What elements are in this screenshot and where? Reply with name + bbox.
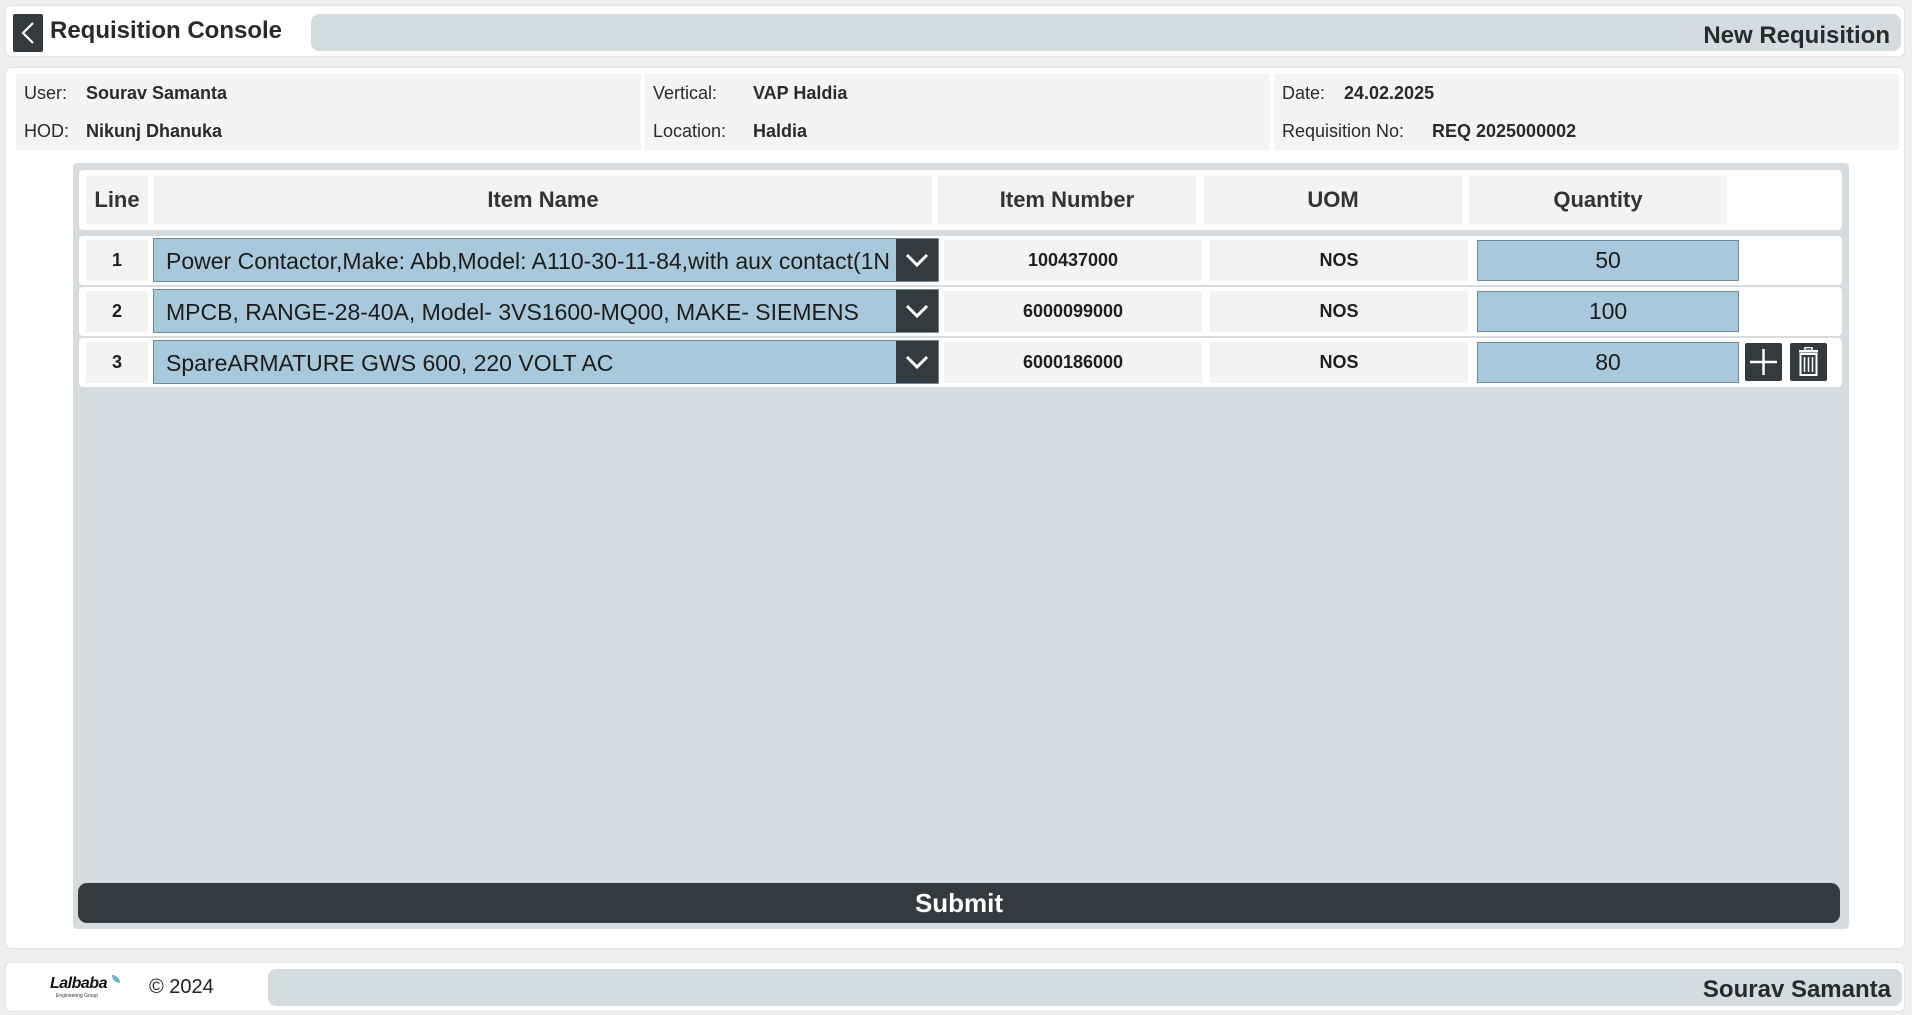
grid-header: Line Item Name Item Number UOM Quantity [79, 170, 1842, 230]
item-number: 100437000 [944, 240, 1202, 281]
item-name-value: Power Contactor,Make: Abb,Model: A110-30… [166, 248, 890, 274]
quantity-input[interactable]: 100 [1477, 291, 1739, 332]
line-number: 3 [86, 342, 148, 383]
logo-wordmark: Lalbaba [50, 975, 107, 992]
app-title: Requisition Console [50, 17, 283, 44]
page-title: New Requisition [1703, 22, 1890, 49]
chevron-down-icon [905, 304, 929, 319]
vertical-info: Vertical: VAP Haldia [653, 83, 847, 104]
current-user-name: Sourav Samanta [1702, 976, 1891, 1003]
copyright: © 2024 [149, 976, 214, 998]
item-number: 6000186000 [944, 342, 1202, 383]
dropdown-toggle[interactable] [896, 341, 938, 383]
table-row: 3 SpareARMATURE GWS 600, 220 VOLT AC 600… [79, 338, 1842, 387]
date-label: Date: [1282, 83, 1326, 103]
info-user-column: User: Sourav Samanta HOD: Nikunj Dhanuka [16, 74, 641, 150]
vertical-label: Vertical: [653, 83, 718, 103]
date-value: 24.02.2025 [1344, 83, 1435, 103]
header-bar: New Requisition [311, 14, 1901, 51]
submit-button[interactable]: Submit [78, 883, 1840, 923]
user-label: User: [24, 83, 68, 103]
app-header: Requisition Console New Requisition [5, 5, 1905, 57]
location-info: Location: Haldia [653, 121, 807, 142]
hod-value: Nikunj Dhanuka [86, 121, 223, 141]
line-number: 2 [86, 291, 148, 332]
requisition-no-label: Requisition No: [1282, 121, 1405, 141]
item-name-dropdown[interactable]: Power Contactor,Make: Abb,Model: A110-30… [153, 238, 939, 282]
table-row: 1 Power Contactor,Make: Abb,Model: A110-… [79, 236, 1842, 285]
dropdown-toggle[interactable] [896, 290, 938, 332]
item-name-dropdown[interactable]: MPCB, RANGE-28-40A, Model- 3VS1600-MQ00,… [153, 289, 939, 333]
location-value: Haldia [753, 121, 808, 141]
plus-icon [1750, 349, 1777, 375]
info-date-column: Date: 24.02.2025 Requisition No: REQ 20250… [1274, 74, 1899, 150]
user-info: User: Sourav Samanta [24, 83, 227, 104]
requisition-no-value: REQ 2025000002 [1432, 121, 1577, 141]
company-logo: Lalbaba Engineering Group [44, 975, 124, 1003]
chevron-left-icon [21, 22, 34, 44]
column-header-uom: UOM [1204, 176, 1462, 224]
uom-value: NOS [1210, 240, 1468, 281]
requisition-no-info: Requisition No: REQ 2025000002 [1282, 121, 1576, 142]
user-value: Sourav Samanta [86, 83, 228, 103]
column-header-line: Line [86, 176, 148, 224]
uom-value: NOS [1210, 291, 1468, 332]
item-name-value: MPCB, RANGE-28-40A, Model- 3VS1600-MQ00,… [166, 299, 859, 325]
quantity-input[interactable]: 50 [1477, 240, 1739, 281]
column-header-item-number: Item Number [938, 176, 1196, 224]
chevron-down-icon [905, 253, 929, 268]
hod-label: HOD: [24, 121, 69, 141]
column-header-quantity: Quantity [1469, 176, 1727, 224]
main-panel: User: Sourav Samanta HOD: Nikunj Dhanuka V… [5, 67, 1905, 949]
item-name-value: SpareARMATURE GWS 600, 220 VOLT AC [166, 350, 614, 376]
quantity-input[interactable]: 80 [1477, 342, 1739, 383]
line-number: 1 [86, 240, 148, 281]
chevron-down-icon [905, 355, 929, 370]
footer-bar: Sourav Samanta [268, 969, 1902, 1006]
trash-icon [1799, 347, 1818, 376]
vertical-value: VAP Haldia [753, 83, 848, 103]
location-label: Location: [653, 121, 727, 141]
item-name-dropdown[interactable]: SpareARMATURE GWS 600, 220 VOLT AC [153, 340, 939, 384]
delete-row-button[interactable] [1790, 343, 1827, 381]
table-row: 2 MPCB, RANGE-28-40A, Model- 3VS1600-MQ0… [79, 287, 1842, 336]
add-row-button[interactable] [1745, 343, 1782, 381]
logo-subtext: Engineering Group [56, 993, 98, 999]
uom-value: NOS [1210, 342, 1468, 383]
hod-info: HOD: Nikunj Dhanuka [24, 121, 222, 142]
column-header-item-name: Item Name [154, 176, 932, 224]
app-footer: Lalbaba Engineering Group © 2024 Sourav … [5, 962, 1905, 1012]
back-button[interactable] [13, 14, 43, 52]
requisition-info: User: Sourav Samanta HOD: Nikunj Dhanuka V… [16, 74, 1899, 150]
date-info: Date: 24.02.2025 [1282, 83, 1434, 104]
leaf-icon [112, 975, 120, 983]
requisition-grid: Line Item Name Item Number UOM Quantity … [73, 163, 1849, 929]
info-vertical-column: Vertical: VAP Haldia Location: Haldia [645, 74, 1270, 150]
dropdown-toggle[interactable] [896, 239, 938, 281]
item-number: 6000099000 [944, 291, 1202, 332]
